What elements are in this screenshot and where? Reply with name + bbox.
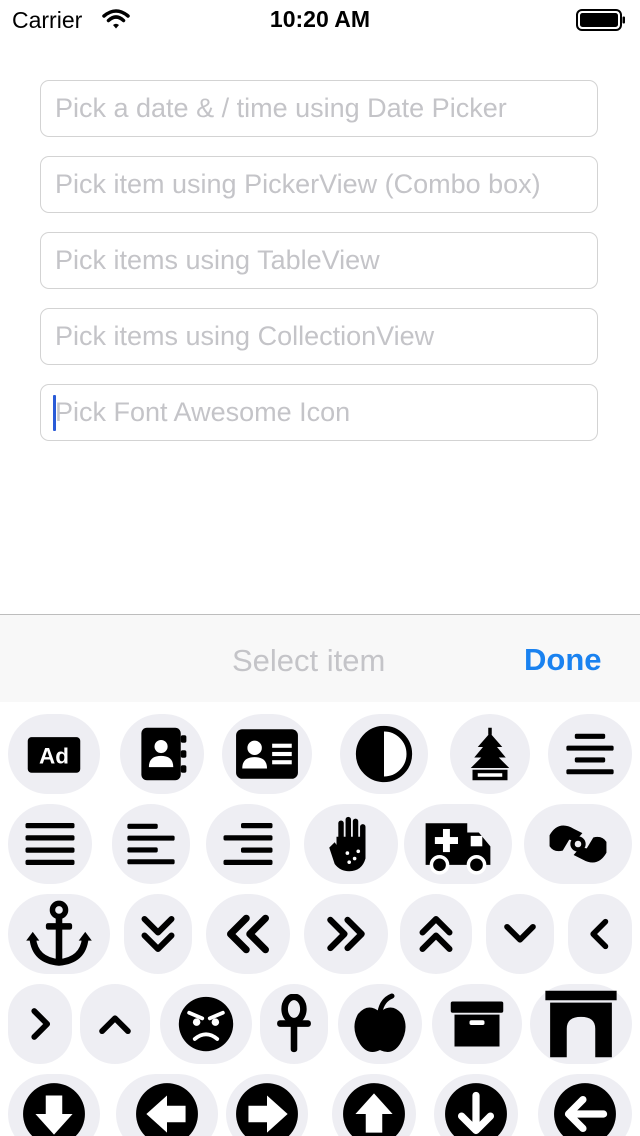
arrow-circle-down-icon	[445, 1083, 507, 1136]
align-right-icon	[223, 823, 273, 865]
icon-cell-arrow-alt-circle-right[interactable]	[226, 1074, 308, 1136]
icon-cell-align-center[interactable]	[548, 714, 632, 794]
icon-cell-angle-right[interactable]	[8, 984, 72, 1064]
angle-up-icon	[99, 1015, 131, 1035]
icon-cell-arrow-circle-down[interactable]	[434, 1074, 518, 1136]
apple-alt-icon	[354, 993, 406, 1052]
angle-double-down-icon	[141, 916, 175, 952]
icon-cell-angle-down[interactable]	[486, 894, 554, 974]
air-freshener-icon	[470, 727, 510, 781]
icon-cell-adjust[interactable]	[340, 714, 428, 794]
battery-icon	[576, 9, 625, 31]
icon-cell-ambulance[interactable]	[404, 804, 512, 884]
arrow-alt-circle-right-icon	[236, 1083, 298, 1136]
done-button[interactable]: Done	[524, 642, 602, 678]
toolbar-title: Select item	[232, 643, 386, 678]
angle-right-icon	[31, 1008, 51, 1040]
align-center-icon	[566, 733, 614, 775]
icon-cell-air-freshener[interactable]	[450, 714, 530, 794]
allergies-icon	[329, 816, 366, 872]
american-sign-language-interpreting-icon	[549, 825, 607, 863]
icon-cell-align-justify[interactable]	[8, 804, 92, 884]
arrow-alt-circle-left-icon	[136, 1083, 198, 1136]
icon-cell-archive[interactable]	[432, 984, 522, 1064]
icon-cell-angle-up[interactable]	[80, 984, 150, 1064]
angle-double-up-icon	[419, 916, 453, 952]
arrow-circle-left-icon	[554, 1083, 616, 1136]
angle-double-left-icon	[227, 914, 269, 954]
font-awesome-icon-field[interactable]: Pick Font Awesome Icon	[40, 384, 598, 441]
icon-cell-arrow-alt-circle-down[interactable]	[8, 1074, 100, 1136]
angle-left-icon	[590, 918, 609, 950]
align-justify-icon	[25, 823, 75, 865]
arrow-alt-circle-down-icon	[23, 1083, 85, 1136]
anchor-icon	[26, 900, 92, 966]
icon-cell-angle-double-down[interactable]	[124, 894, 192, 974]
icon-cell-allergies[interactable]	[304, 804, 398, 884]
icon-cell-arrow-alt-circle-up[interactable]	[332, 1074, 416, 1136]
arrow-alt-circle-up-icon	[343, 1083, 405, 1136]
icon-cell-angle-double-left[interactable]	[206, 894, 290, 974]
address-book-icon	[141, 727, 187, 781]
status-bar: Carrier 10:20 AM	[0, 0, 640, 40]
collectionview-field[interactable]: Pick items using CollectionView	[40, 308, 598, 365]
icon-cell-american-sign-language-interpreting[interactable]	[524, 804, 632, 884]
icon-cell-ankh[interactable]	[260, 984, 328, 1064]
icon-cell-address-book[interactable]	[120, 714, 204, 794]
picker-toolbar: Select item Done	[0, 614, 640, 702]
icon-cell-arrow-circle-left[interactable]	[538, 1074, 632, 1136]
ankh-icon	[277, 994, 311, 1053]
text-cursor	[53, 395, 56, 431]
ambulance-icon	[425, 823, 491, 875]
date-picker-field[interactable]: Pick a date & / time using Date Picker	[40, 80, 598, 137]
icon-cell-archway[interactable]	[530, 984, 632, 1064]
icon-cell-align-left[interactable]	[112, 804, 190, 884]
icon-cell-apple-alt[interactable]	[338, 984, 422, 1064]
tableview-field[interactable]: Pick items using TableView	[40, 232, 598, 289]
pickerview-field[interactable]: Pick item using PickerView (Combo box)	[40, 156, 598, 213]
icon-cell-anchor[interactable]	[8, 894, 110, 974]
icon-collection-view[interactable]: Ad	[0, 702, 640, 1136]
icon-cell-angry[interactable]	[160, 984, 252, 1064]
archive-icon	[450, 1001, 504, 1047]
icon-cell-align-right[interactable]	[206, 804, 290, 884]
icon-cell-angle-double-right[interactable]	[304, 894, 388, 974]
ad-icon: Ad	[27, 737, 81, 773]
address-card-icon	[236, 729, 298, 779]
icon-cell-arrow-alt-circle-left[interactable]	[116, 1074, 218, 1136]
icon-cell-ad[interactable]: Ad	[8, 714, 100, 794]
icon-cell-angle-double-up[interactable]	[400, 894, 472, 974]
archway-icon	[545, 990, 617, 1058]
icon-cell-address-card[interactable]	[222, 714, 312, 794]
angry-icon	[178, 996, 234, 1052]
angle-double-right-icon	[327, 916, 365, 952]
adjust-icon	[355, 725, 413, 783]
status-time: 10:20 AM	[269, 6, 371, 32]
svg-text:Ad: Ad	[39, 743, 69, 768]
icon-cell-angle-left[interactable]	[568, 894, 632, 974]
align-left-icon	[127, 823, 175, 865]
angle-down-icon	[504, 923, 536, 943]
